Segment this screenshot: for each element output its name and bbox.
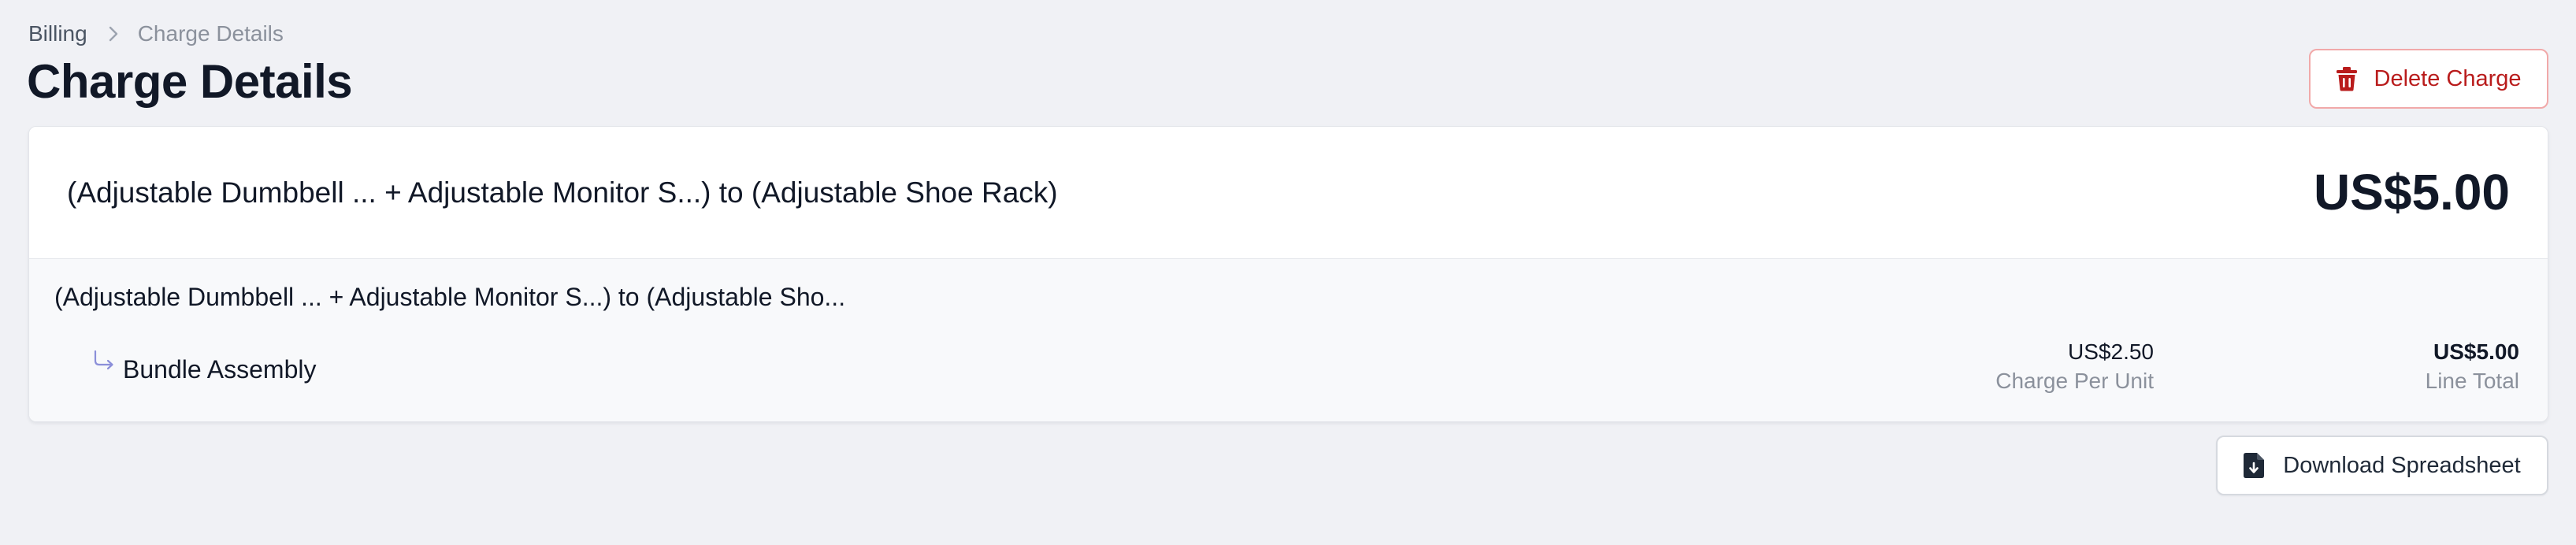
charge-amount: US$5.00 [2313, 164, 2510, 221]
line-total-value: US$5.00 [2433, 339, 2519, 364]
charge-per-unit-column: US$2.50 Charge Per Unit [1995, 338, 2154, 396]
charge-per-unit-value: US$2.50 [2068, 339, 2154, 364]
line-item-name: Bundle Assembly [123, 355, 317, 384]
charge-per-unit-label: Charge Per Unit [1995, 369, 2154, 393]
charge-details-page: Billing Charge Details Charge Details De… [0, 0, 2576, 545]
charge-card: (Adjustable Dumbbell ... + Adjustable Mo… [28, 126, 2548, 422]
line-total-column: US$5.00 Line Total [2426, 338, 2519, 396]
breadcrumb-current: Charge Details [137, 21, 284, 46]
line-item-group-title: (Adjustable Dumbbell ... + Adjustable Mo… [54, 283, 846, 311]
trash-icon [2336, 66, 2357, 91]
delete-charge-label: Delete Charge [2374, 65, 2522, 91]
line-item: Bundle Assembly US$2.50 Charge Per Unit … [29, 338, 2548, 417]
charge-card-body: (Adjustable Dumbbell ... + Adjustable Mo… [29, 259, 2548, 421]
page-title: Charge Details [27, 55, 353, 108]
download-spreadsheet-button[interactable]: Download Spreadsheet [2216, 436, 2548, 495]
chevron-right-icon [108, 25, 119, 43]
arrow-turn-down-right-icon [92, 349, 116, 373]
breadcrumb: Billing Charge Details [28, 20, 284, 47]
delete-charge-button[interactable]: Delete Charge [2309, 49, 2548, 109]
document-download-icon [2244, 453, 2265, 478]
breadcrumb-billing-link[interactable]: Billing [28, 20, 87, 47]
line-total-label: Line Total [2425, 369, 2519, 393]
download-spreadsheet-label: Download Spreadsheet [2283, 452, 2521, 478]
charge-card-header: (Adjustable Dumbbell ... + Adjustable Mo… [29, 127, 2548, 259]
charge-title: (Adjustable Dumbbell ... + Adjustable Mo… [67, 176, 1058, 209]
